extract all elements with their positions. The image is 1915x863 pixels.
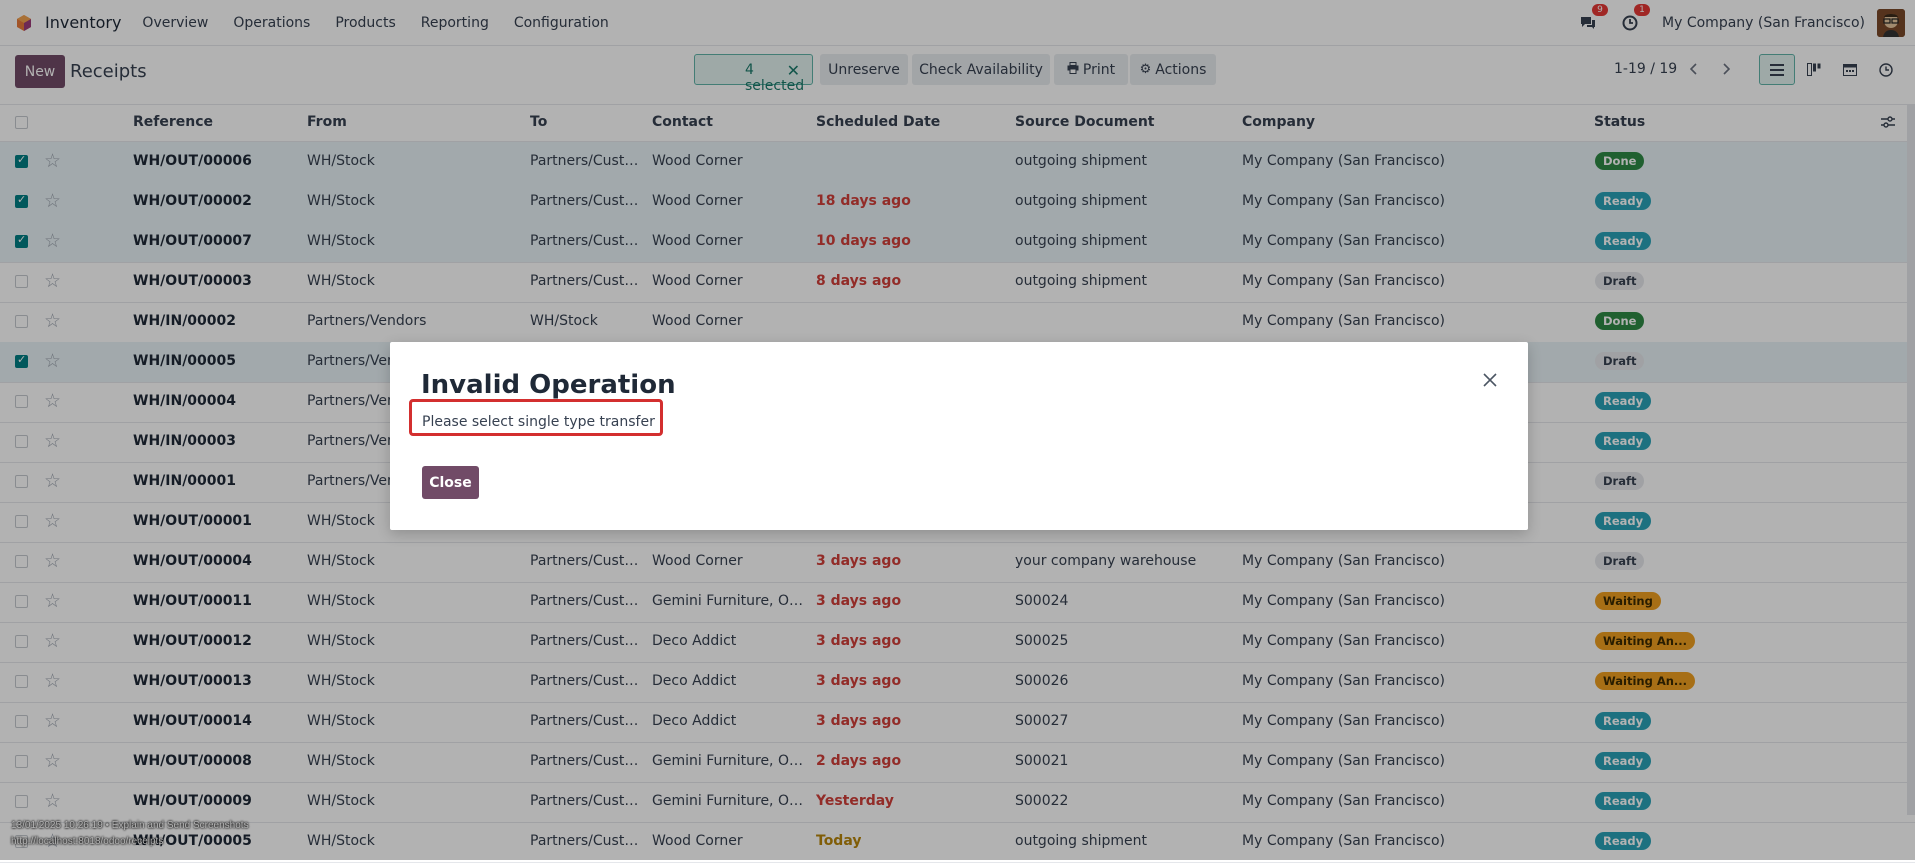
dialog-title: Invalid Operation (421, 370, 676, 400)
close-icon[interactable] (1478, 368, 1502, 392)
close-button[interactable]: Close (422, 466, 479, 499)
invalid-operation-dialog: Invalid Operation Please select single t… (390, 342, 1528, 530)
dialog-message: Please select single type transfer (422, 414, 655, 430)
